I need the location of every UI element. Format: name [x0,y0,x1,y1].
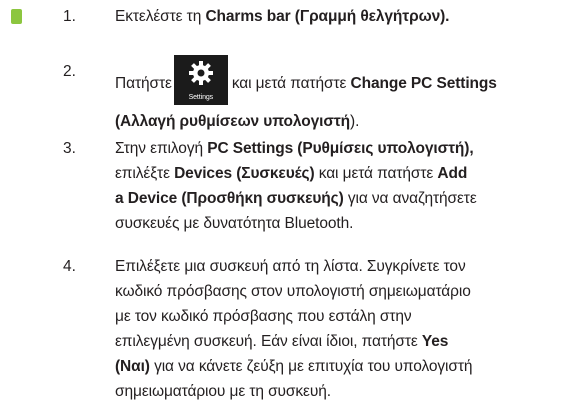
text-run: επιλεγμένη συσκευή. Εάν είναι ίδιοι, πατ… [115,333,422,350]
text-run: Στην επιλογή [115,140,208,157]
text-run: και μετά πατήστε [314,165,438,182]
step-text: Εκτελέστε τη Charms bar (Γραμμή θελγήτρω… [115,4,578,29]
bold-term: (Ναι) [115,358,150,375]
step-number: 3. [63,140,76,157]
step-number: 2. [63,63,76,80]
step-2: 2. Πατήστε Settings και μετά πατήστε Chang… [63,55,578,134]
step-line: Πατήστε Settings και μετά πατήστε Change P… [115,55,578,109]
bold-term: a Device (Προσθήκη συσκευής) [115,190,344,207]
step-1: 1. Εκτελέστε τη Charms bar (Γραμμή θελγή… [63,4,578,29]
text-run: για να αναζητήσετε [343,190,477,207]
text-run: με τον κωδικό πρόσβασης που εστάλη στην [115,308,412,325]
text-run: συσκευές με δυνατότητα Bluetooth. [115,215,354,232]
step-line: Επιλέξετε μια συσκευή από τη λίστα. Συγκ… [115,254,578,279]
text-run: ). [350,113,360,130]
bold-term: Change PC Settings [350,75,497,93]
bold-term: PC Settings (Ρυθμίσεις υπολογιστή), [207,140,474,157]
step-line: σημειωματάριου με τη συσκευή. [115,379,578,404]
step-text: Επιλέξετε μια συσκευή από τη λίστα. Συγκ… [115,254,578,404]
bold-term: Add [437,165,468,182]
text-run: για να κάνετε ζεύξη με επιτυχία του υπολ… [149,358,473,375]
text-run: επιλέξτε [115,165,175,182]
step-line: κωδικό πρόσβασης στον υπολογιστή σημειωμ… [115,279,578,304]
text-run: και μετά πατήστε [231,75,351,93]
bold-term: Devices (Συσκευές) [174,165,315,182]
bold-term: (Αλλαγή ρυθμίσεων υπολογιστή [115,113,351,130]
step-line: a Device (Προσθήκη συσκευής) για να αναζ… [115,186,578,211]
step-line: επιλέξτε Devices (Συσκευές) και μετά πατ… [115,161,578,186]
bold-term: Yes [421,333,449,350]
text-run: Εκτελέστε τη [115,8,206,25]
step-line: (Ναι) για να κάνετε ζεύξη με επιτυχία το… [115,354,578,379]
text-run: σημειωματάριου με τη συσκευή. [115,383,331,400]
step-text: Στην επιλογή PC Settings (Ρυθμίσεις υπολ… [115,136,578,236]
step-line: συσκευές με δυνατότητα Bluetooth. [115,211,578,236]
step-text: Πατήστε Settings και μετά πατήστε Change P… [115,55,578,134]
step-line: με τον κωδικό πρόσβασης που εστάλη στην [115,304,578,329]
step-line: επιλεγμένη συσκευή. Εάν είναι ίδιοι, πατ… [115,329,578,354]
step-4: 4. Επιλέξετε μια συσκευή από τη λίστα. Σ… [63,254,578,404]
text-run: Πατήστε [115,75,172,93]
gear-icon [188,61,213,85]
section-marker [11,9,22,24]
text-run: κωδικό πρόσβασης στον υπολογιστή σημειωμ… [115,283,471,300]
step-number: 4. [63,258,76,275]
text-run: Επιλέξετε μια συσκευή από τη λίστα. Συγκ… [115,258,466,275]
step-line: Στην επιλογή PC Settings (Ρυθμίσεις υπολ… [115,136,578,161]
settings-tile-label: Settings [188,94,214,101]
settings-charm-tile: Settings [173,55,228,105]
step-3: 3. Στην επιλογή PC Settings (Ρυθμίσεις υ… [63,136,578,236]
step-line: Εκτελέστε τη Charms bar (Γραμμή θελγήτρω… [115,4,578,29]
bold-term: Charms bar (Γραμμή θελγήτρων). [205,8,450,25]
step-line: (Αλλαγή ρυθμίσεων υπολογιστή). [115,109,578,134]
step-number: 1. [63,8,76,25]
